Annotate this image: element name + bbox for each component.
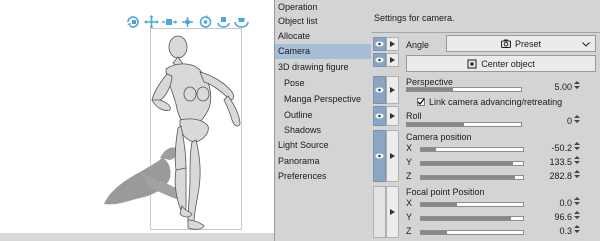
nav-item-allocate[interactable]: Allocate	[275, 29, 371, 44]
camera-position-label: Camera position	[406, 132, 472, 142]
camera-z-fill	[421, 176, 515, 179]
preset-dropdown[interactable]: Preset	[446, 35, 596, 52]
nav-item-shadows[interactable]: Shadows	[275, 123, 371, 138]
focal-y-fill	[421, 217, 511, 220]
preset-label: Preset	[514, 38, 541, 49]
nav-item-operation[interactable]: Operation	[275, 0, 371, 15]
focal-x-fill	[421, 203, 457, 206]
eye-icon[interactable]	[373, 106, 386, 126]
axis-label-y: Y	[406, 212, 413, 222]
camera-y-fill	[421, 162, 513, 165]
nav-item-panorama[interactable]: Panorama	[275, 154, 371, 169]
expand-arrow-icon[interactable]	[386, 130, 399, 182]
roll-label: Roll	[406, 111, 422, 121]
axis-label-z: Z	[406, 226, 412, 236]
focal-z-fill	[421, 231, 447, 234]
spinner-icon[interactable]	[574, 169, 580, 179]
nav-item-preferences[interactable]: Preferences	[275, 169, 371, 184]
spinner-icon[interactable]	[574, 210, 580, 220]
nav-item-manga-perspective[interactable]: Manga Perspective	[275, 92, 371, 107]
spinner-icon[interactable]	[574, 141, 580, 151]
nav-item-pose[interactable]: Pose	[275, 76, 371, 91]
eye-icon[interactable]	[373, 76, 386, 104]
camera-y-value[interactable]: 133.5	[528, 157, 572, 167]
center-target-icon	[467, 59, 477, 68]
axis-label-z: Z	[406, 171, 412, 181]
camera-x-value[interactable]: -50.2	[528, 143, 572, 153]
nav-item-3d-drawing-figure[interactable]: 3D drawing figure	[275, 60, 371, 75]
eye-icon[interactable]	[373, 53, 386, 67]
spinner-icon[interactable]	[574, 80, 580, 90]
category-list: Operation Object list Allocate Camera 3D…	[275, 0, 371, 241]
center-object-button[interactable]: Center object	[406, 55, 596, 72]
viewport-scrollbar[interactable]	[0, 233, 274, 241]
roll-slider-fill	[407, 123, 464, 126]
camera-y-slider[interactable]	[420, 161, 524, 166]
check-icon	[417, 98, 425, 105]
nav-item-light-source[interactable]: Light Source	[275, 138, 371, 153]
spinner-icon[interactable]	[574, 196, 580, 206]
focal-x-slider[interactable]	[420, 202, 524, 207]
perspective-value[interactable]: 5.00	[528, 82, 572, 92]
settings-header: Settings for camera.	[372, 6, 600, 33]
camera-z-value[interactable]: 282.8	[528, 171, 572, 181]
eye-icon[interactable]	[373, 37, 386, 51]
camera-x-slider[interactable]	[420, 147, 524, 152]
link-camera-label: Link camera advancing/retreating	[429, 97, 563, 107]
nav-item-camera[interactable]: Camera	[275, 44, 371, 59]
camera-z-slider[interactable]	[420, 175, 524, 180]
header-divider	[372, 32, 600, 33]
focal-z-value[interactable]: 0.3	[528, 226, 572, 236]
perspective-slider[interactable]	[406, 87, 522, 92]
roll-value[interactable]: 0	[528, 116, 572, 126]
3d-viewport[interactable]	[0, 0, 274, 241]
expand-arrow-icon[interactable]	[386, 186, 399, 238]
focal-point-label: Focal point Position	[406, 187, 485, 197]
focal-x-value[interactable]: 0.0	[528, 198, 572, 208]
camera-x-fill	[421, 148, 437, 151]
3d-drawing-figure[interactable]	[0, 0, 274, 241]
expand-arrow-icon[interactable]	[386, 76, 399, 104]
angle-label: Angle	[406, 40, 430, 50]
focal-y-value[interactable]: 96.6	[528, 212, 572, 222]
expand-arrow-icon[interactable]	[386, 53, 399, 67]
nav-item-object-list[interactable]: Object list	[275, 14, 371, 29]
eye-off-icon[interactable]	[373, 186, 386, 238]
camera-icon	[500, 39, 511, 48]
eye-icon[interactable]	[373, 130, 386, 182]
spinner-icon[interactable]	[574, 224, 580, 234]
center-object-label: Center object	[481, 58, 535, 69]
link-camera-checkbox[interactable]	[417, 98, 425, 106]
chevron-down-icon	[582, 42, 590, 47]
settings-header-text: Settings for camera.	[374, 13, 455, 23]
roll-slider[interactable]	[406, 122, 522, 127]
perspective-slider-fill	[407, 88, 453, 91]
expand-arrow-icon[interactable]	[386, 106, 399, 126]
axis-label-x: X	[406, 143, 413, 153]
category-toggle-rail	[371, 0, 403, 241]
spinner-icon[interactable]	[574, 155, 580, 165]
nav-item-outline[interactable]: Outline	[275, 108, 371, 123]
focal-z-slider[interactable]	[420, 230, 524, 235]
expand-arrow-icon[interactable]	[386, 37, 399, 51]
perspective-label: Perspective	[406, 77, 454, 87]
axis-label-x: X	[406, 198, 413, 208]
focal-y-slider[interactable]	[420, 216, 524, 221]
spinner-icon[interactable]	[574, 114, 580, 124]
axis-label-y: Y	[406, 157, 413, 167]
